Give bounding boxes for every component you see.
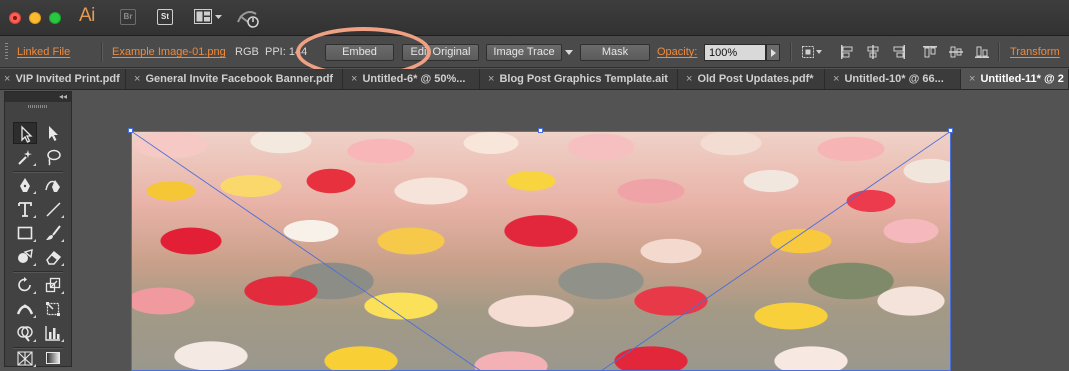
opacity-link[interactable]: Opacity:	[657, 46, 697, 58]
perspective-grid-tool-icon[interactable]	[13, 347, 37, 369]
close-tab-icon[interactable]: ×	[833, 69, 839, 89]
align-right-icon[interactable]	[892, 45, 906, 59]
align-top-icon[interactable]	[923, 45, 937, 59]
tab-blog-post-graphics-template[interactable]: × Blog Post Graphics Template.ait	[480, 69, 678, 89]
tool-group-divider	[13, 171, 63, 172]
divider	[790, 42, 791, 62]
close-tab-icon[interactable]: ×	[488, 69, 494, 89]
tab-untitled-10[interactable]: × Untitled-10* @ 66...	[825, 69, 961, 89]
tab-label: General Invite Facebook Banner.pdf	[145, 73, 334, 85]
tab-general-invite-facebook-banner[interactable]: × General Invite Facebook Banner.pdf	[126, 69, 343, 89]
close-tab-icon[interactable]: ×	[686, 69, 692, 89]
ppi-label: PPI: 144	[265, 46, 308, 58]
shaper-tool-icon[interactable]	[13, 246, 37, 268]
eraser-tool-icon[interactable]	[41, 246, 65, 268]
tab-untitled-6[interactable]: × Untitled-6* @ 50%...	[343, 69, 480, 89]
bounding-box-handle[interactable]	[128, 128, 133, 133]
tools-panel: ◂◂	[4, 91, 72, 367]
control-bar: Linked File Example Image-01.png RGB PPI…	[0, 36, 1069, 68]
illustrator-logo: Ai	[79, 5, 95, 26]
paintbrush-tool-icon[interactable]	[41, 222, 65, 244]
tab-label: Untitled-10* @ 66...	[844, 73, 944, 85]
rotate-tool-icon[interactable]	[13, 274, 37, 296]
close-tab-icon[interactable]: ×	[4, 69, 10, 89]
title-bar: Ai Br St	[0, 0, 1069, 36]
close-window-button[interactable]	[9, 12, 21, 24]
minimize-window-button[interactable]	[29, 12, 41, 24]
canvas-area[interactable]	[73, 91, 1069, 371]
opacity-input[interactable]	[704, 44, 766, 61]
tab-vip-invited-print[interactable]: × VIP Invited Print.pdf	[0, 69, 126, 89]
document-tab-bar: × VIP Invited Print.pdf × General Invite F…	[0, 69, 1069, 90]
line-segment-tool-icon[interactable]	[41, 198, 65, 220]
bounding-box-handle[interactable]	[538, 128, 543, 133]
tab-label: Untitled-6* @ 50%...	[362, 73, 466, 85]
shape-builder-tool-icon[interactable]	[13, 322, 37, 344]
direct-selection-tool-icon[interactable]	[41, 122, 65, 144]
file-name-link[interactable]: Example Image-01.png	[112, 46, 226, 58]
divider	[998, 42, 999, 62]
scale-tool-icon[interactable]	[41, 274, 65, 296]
tools-panel-header[interactable]: ◂◂	[5, 92, 71, 102]
opacity-popup-arrow-icon[interactable]	[766, 44, 780, 61]
divider	[101, 42, 102, 62]
color-mode-label: RGB	[235, 46, 259, 58]
curvature-tool-icon[interactable]	[41, 174, 65, 196]
close-tab-icon[interactable]: ×	[351, 69, 357, 89]
arrange-documents-icon[interactable]	[194, 9, 223, 25]
align-left-icon[interactable]	[840, 45, 854, 59]
placed-image-rose-petals[interactable]	[131, 131, 951, 371]
width-tool-icon[interactable]	[13, 298, 37, 320]
magic-wand-tool-icon[interactable]	[13, 146, 37, 168]
mask-button[interactable]: Mask	[580, 44, 650, 61]
control-bar-grip[interactable]	[5, 43, 8, 61]
tools-panel-grip[interactable]	[28, 105, 48, 108]
stock-button[interactable]: St	[157, 9, 173, 25]
image-trace-dropdown-icon[interactable]	[565, 50, 573, 55]
gradient-tool-icon[interactable]	[41, 347, 65, 369]
collapse-panel-icon[interactable]: ◂◂	[59, 92, 67, 101]
pen-tool-icon[interactable]	[13, 174, 37, 196]
align-horizontal-center-icon[interactable]	[866, 45, 880, 59]
tab-old-post-updates[interactable]: × Old Post Updates.pdf*	[678, 69, 825, 89]
align-bottom-icon[interactable]	[975, 45, 989, 59]
align-vertical-center-icon[interactable]	[949, 45, 963, 59]
tab-label: Blog Post Graphics Template.ait	[499, 73, 668, 85]
align-to-selection-icon[interactable]	[801, 45, 823, 59]
graph-tool-icon[interactable]	[41, 322, 65, 344]
lasso-tool-icon[interactable]	[41, 146, 65, 168]
embed-button[interactable]: Embed	[325, 44, 394, 61]
free-transform-tool-icon[interactable]	[41, 298, 65, 320]
close-tab-icon[interactable]: ×	[969, 69, 975, 89]
close-tab-icon[interactable]: ×	[134, 69, 140, 89]
tab-untitled-11[interactable]: × Untitled-11* @ 2	[961, 69, 1069, 89]
tab-label: Old Post Updates.pdf*	[697, 73, 814, 85]
gpu-performance-icon[interactable]	[236, 8, 262, 28]
tab-label: Untitled-11* @ 2	[980, 73, 1064, 85]
transform-link[interactable]: Transform	[1010, 46, 1060, 58]
tool-group-divider	[13, 271, 63, 272]
type-tool-icon[interactable]	[13, 198, 37, 220]
bounding-box-handle[interactable]	[948, 128, 953, 133]
edit-original-button[interactable]: Edit Original	[402, 44, 479, 61]
selection-tool-icon[interactable]	[13, 122, 37, 144]
rectangle-tool-icon[interactable]	[13, 222, 37, 244]
image-trace-button[interactable]: Image Trace	[486, 44, 562, 61]
bridge-button[interactable]: Br	[120, 9, 136, 25]
image-bounding-box	[131, 131, 951, 371]
tab-label: VIP Invited Print.pdf	[15, 73, 120, 85]
zoom-window-button[interactable]	[49, 12, 61, 24]
linked-file-link[interactable]: Linked File	[17, 46, 70, 58]
